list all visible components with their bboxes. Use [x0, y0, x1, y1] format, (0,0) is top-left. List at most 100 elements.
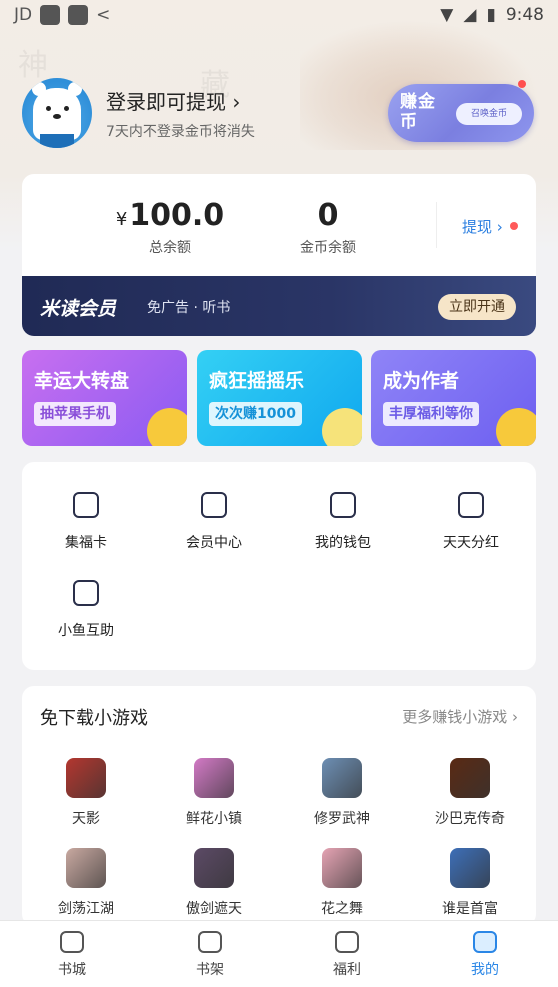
promo-decoration-icon — [496, 408, 536, 446]
vip-logo: 米读会员 — [40, 298, 117, 320]
gift-icon — [335, 931, 359, 953]
feature-label: 我的钱包 — [315, 535, 371, 551]
feature-label: 集福卡 — [65, 535, 107, 551]
promo-title: 幸运大转盘 — [34, 370, 130, 392]
games-title: 免下载小游戏 — [40, 708, 148, 729]
login-subtitle: 7天内不登录金币将消失 — [106, 124, 255, 140]
status-bar: JD < ▼ ◢ ▮ 9:48 — [0, 0, 558, 30]
bear-nose — [53, 114, 61, 119]
balance-card: ¥100.0 总余额 0 金币余额 提现 › 米读会员 免广告 · 听书 立即开… — [22, 174, 536, 336]
game-item[interactable]: 花之舞 — [278, 848, 406, 918]
feature-label: 小鱼互助 — [58, 623, 114, 639]
notification-icon — [40, 5, 61, 25]
share-icon: < — [96, 5, 111, 25]
promo-decoration-icon — [147, 408, 187, 446]
avatar[interactable] — [22, 78, 92, 148]
game-item[interactable]: 傲剑遮天 — [150, 848, 278, 918]
game-item[interactable]: 天影 — [22, 758, 150, 828]
bear-ear — [32, 82, 46, 96]
feature-item[interactable]: 小鱼互助 — [22, 580, 150, 640]
promo-subtitle: 丰厚福利等你 — [383, 402, 479, 426]
game-name: 沙巴克传奇 — [435, 811, 505, 827]
game-item[interactable]: 剑荡江湖 — [22, 848, 150, 918]
nav-tab[interactable]: 书架 — [165, 931, 255, 979]
total-balance-label: 总余额 — [149, 240, 191, 256]
game-item[interactable]: 沙巴克传奇 — [406, 758, 534, 828]
clock: 9:48 — [505, 5, 544, 25]
chevron-right-icon: › — [232, 90, 241, 114]
nav-tab[interactable]: 福利 — [302, 931, 392, 979]
login-link[interactable]: 登录即可提现 › — [106, 86, 240, 115]
bottom-nav: 书城 书架 福利 我的 — [0, 920, 558, 987]
game-icon — [450, 758, 490, 798]
divider — [436, 202, 437, 248]
feature-item[interactable]: 天天分红 — [407, 492, 535, 552]
feature-label: 天天分红 — [443, 535, 499, 551]
nav-tab[interactable]: 书城 — [27, 931, 117, 979]
coin-balance[interactable]: 0 金币余额 — [278, 198, 378, 257]
book-icon — [198, 931, 222, 953]
game-icon — [450, 848, 490, 888]
nav-tab[interactable]: 我的 — [440, 931, 530, 979]
promo-card[interactable]: 疯狂摇摇乐次次赚1000 — [197, 350, 362, 446]
promo-subtitle: 抽苹果手机 — [34, 402, 116, 426]
promo-title: 疯狂摇摇乐 — [209, 370, 305, 392]
withdraw-label: 提现 — [462, 218, 493, 236]
earn-badge-text: 赚金币 — [400, 92, 436, 132]
gift-plus-icon — [73, 580, 99, 606]
total-balance-value: ¥100.0 — [70, 198, 270, 233]
nav-label: 我的 — [471, 962, 499, 978]
promo-subtitle: 次次赚1000 — [209, 402, 302, 426]
promo-card[interactable]: 成为作者 丰厚福利等你 — [371, 350, 536, 446]
total-value: 100.0 — [129, 198, 225, 233]
notification-dot — [518, 80, 526, 88]
member-icon — [201, 492, 227, 518]
coin-balance-label: 金币余额 — [300, 240, 356, 256]
wallet-icon — [330, 492, 356, 518]
total-balance[interactable]: ¥100.0 总余额 — [70, 198, 270, 257]
vip-open-button[interactable]: 立即开通 — [438, 294, 516, 320]
game-icon — [322, 758, 362, 798]
game-item[interactable]: 鲜花小镇 — [150, 758, 278, 828]
game-item[interactable]: 谁是首富 — [406, 848, 534, 918]
nav-label: 书城 — [58, 962, 86, 978]
more-games-link[interactable]: 更多赚钱小游戏 › — [402, 706, 518, 727]
notification-icon — [68, 5, 89, 25]
promo-decoration-icon — [322, 408, 362, 446]
nav-label: 福利 — [333, 962, 361, 978]
withdraw-button[interactable]: 提现 › — [462, 216, 503, 237]
notification-dot — [510, 222, 518, 230]
coin-balance-value: 0 — [317, 198, 339, 233]
vip-banner[interactable]: 米读会员 免广告 · 听书 立即开通 — [22, 276, 536, 336]
decorative-glyph: 神 — [18, 48, 48, 83]
profile-icon — [473, 931, 497, 953]
game-item[interactable]: 修罗武神 — [278, 758, 406, 828]
feature-item[interactable]: 集福卡 — [22, 492, 150, 552]
chevron-right-icon: › — [496, 218, 503, 236]
wifi-icon: ▼ — [440, 5, 454, 25]
game-name: 花之舞 — [321, 901, 363, 917]
feature-item[interactable]: 会员中心 — [150, 492, 278, 552]
game-name: 剑荡江湖 — [58, 901, 114, 917]
bear-eye — [64, 106, 69, 111]
game-name: 傲剑遮天 — [186, 901, 242, 917]
game-name: 鲜花小镇 — [186, 811, 242, 827]
feature-item[interactable]: 我的钱包 — [279, 492, 407, 552]
feature-label: 会员中心 — [186, 535, 242, 551]
vip-description: 免广告 · 听书 — [147, 300, 231, 316]
promo-card[interactable]: 幸运大转盘抽苹果手机 — [22, 350, 187, 446]
signal-icon: ◢ — [463, 5, 477, 25]
summon-coins-pill: 召唤金币 — [456, 103, 522, 125]
feature-grid: 集福卡 会员中心 我的钱包 天天分红小鱼互助 — [22, 462, 536, 670]
card-icon — [73, 492, 99, 518]
bear-eye — [46, 106, 51, 111]
house-icon — [60, 931, 84, 953]
bear-ear — [68, 82, 82, 96]
bear-shirt — [40, 134, 74, 148]
money-bag-icon — [458, 492, 484, 518]
carrier-label: JD — [14, 5, 33, 25]
battery-icon: ▮ — [486, 5, 496, 25]
game-icon — [322, 848, 362, 888]
earn-coins-button[interactable]: 赚金币 召唤金币 — [388, 84, 534, 142]
nav-label: 书架 — [196, 962, 224, 978]
